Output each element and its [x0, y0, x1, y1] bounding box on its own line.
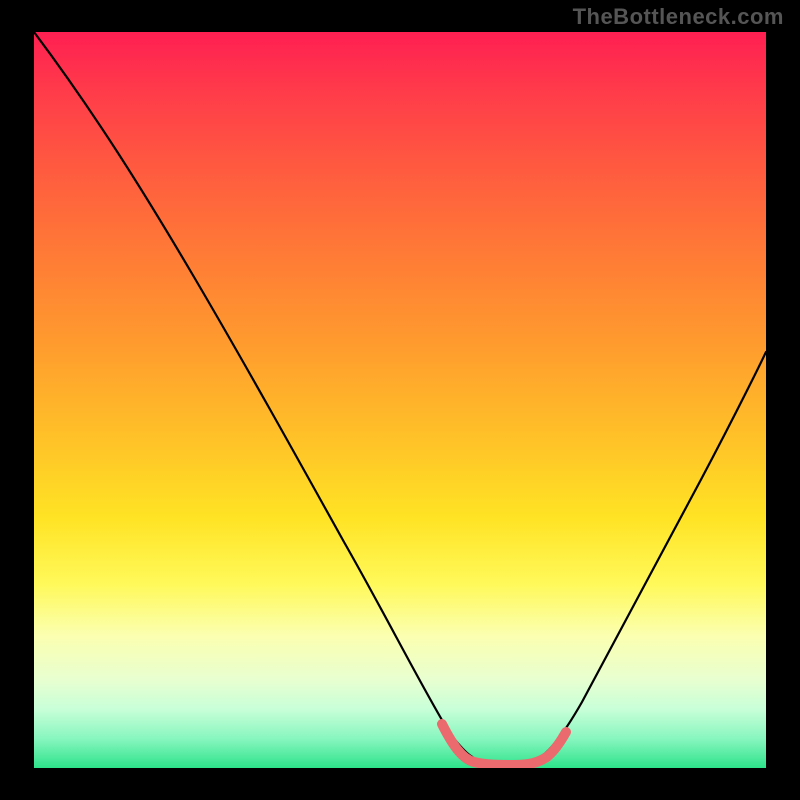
optimal-range-highlight [442, 724, 566, 765]
plot-area [34, 32, 766, 768]
watermark-text: TheBottleneck.com [573, 4, 784, 30]
bottleneck-curve [34, 32, 766, 764]
curve-layer [34, 32, 766, 768]
chart-frame: TheBottleneck.com [0, 0, 800, 800]
